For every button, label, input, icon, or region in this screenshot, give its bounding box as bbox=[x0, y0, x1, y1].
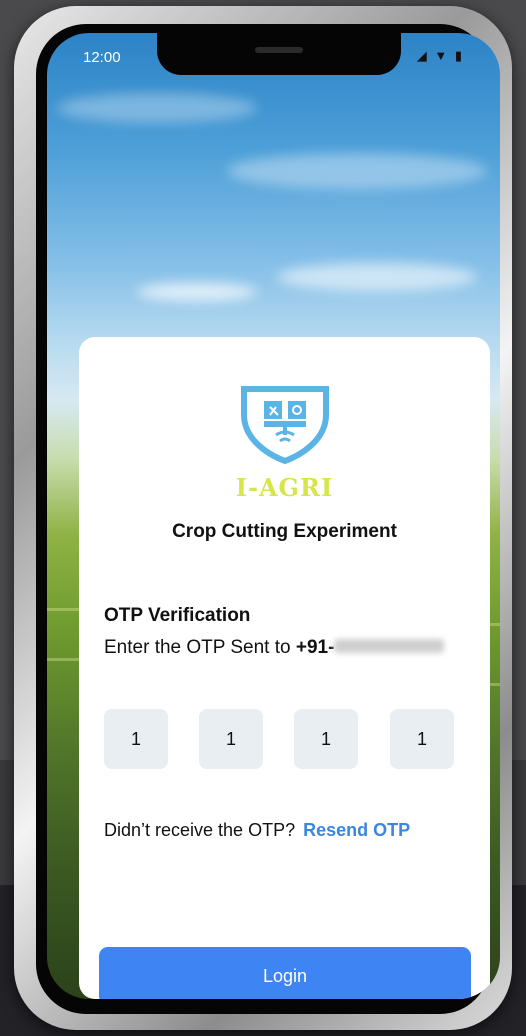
resend-row: Didn’t receive the OTP? Resend OTP bbox=[104, 820, 410, 841]
phone-frame: 12:00 ◢ ▼ ▮ I-AGRI Crop Cutting Experime… bbox=[14, 6, 512, 1030]
phone-notch bbox=[157, 33, 401, 75]
signal-wifi-battery-icon: ◢ ▼ ▮ bbox=[416, 48, 464, 63]
otp-digit-4[interactable] bbox=[390, 709, 454, 769]
login-button[interactable]: Login bbox=[99, 947, 471, 999]
otp-input-row bbox=[104, 709, 454, 769]
cloud bbox=[227, 153, 487, 189]
otp-heading: OTP Verification bbox=[104, 605, 251, 626]
otp-digit-2[interactable] bbox=[199, 709, 263, 769]
logo bbox=[79, 385, 490, 470]
speaker-grille bbox=[255, 47, 303, 53]
otp-instruction-text: Enter the OTP Sent to bbox=[104, 637, 296, 658]
otp-digit-3[interactable] bbox=[294, 709, 358, 769]
resend-otp-link[interactable]: Resend OTP bbox=[303, 820, 410, 840]
cloud bbox=[57, 93, 257, 123]
otp-instruction: Enter the OTP Sent to +91- bbox=[104, 637, 445, 659]
app-screen: 12:00 ◢ ▼ ▮ I-AGRI Crop Cutting Experime… bbox=[47, 33, 500, 999]
shield-logo-icon bbox=[240, 386, 329, 465]
status-time: 12:00 bbox=[83, 49, 121, 66]
masked-phone-number bbox=[334, 639, 445, 654]
otp-card: I-AGRI Crop Cutting Experiment OTP Verif… bbox=[79, 337, 490, 999]
cloud bbox=[137, 283, 257, 301]
cloud bbox=[277, 263, 477, 291]
app-title: Crop Cutting Experiment bbox=[172, 521, 397, 542]
logo-text: I-AGRI bbox=[235, 473, 334, 502]
phone-prefix: +91- bbox=[295, 637, 335, 658]
otp-digit-1[interactable] bbox=[104, 709, 168, 769]
resend-prompt: Didn’t receive the OTP? bbox=[104, 820, 296, 840]
